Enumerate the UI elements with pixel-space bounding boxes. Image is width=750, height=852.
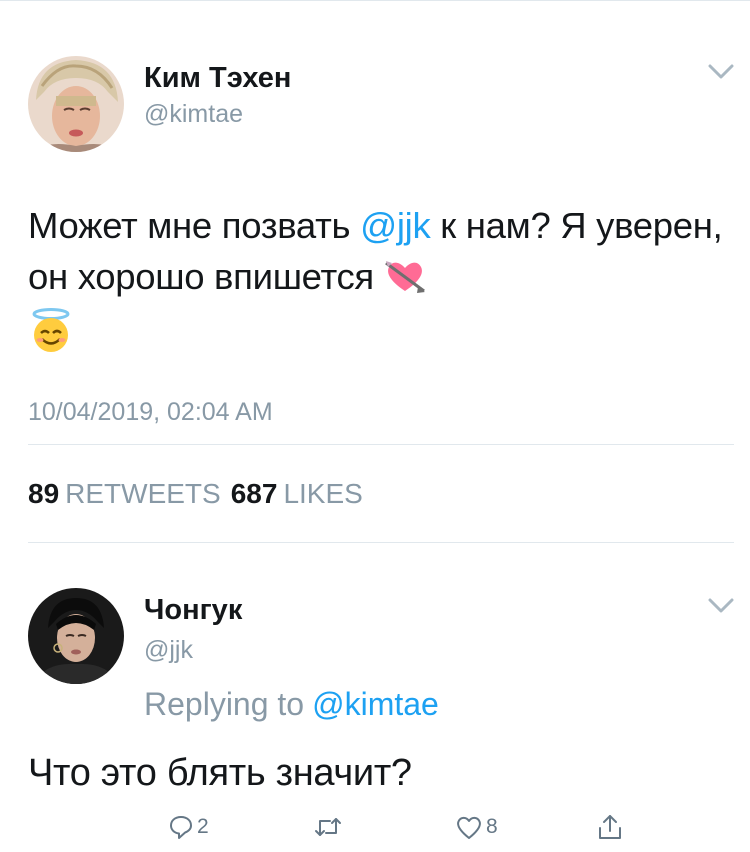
- author-handle[interactable]: @kimtae: [144, 100, 243, 129]
- chevron-down-icon[interactable]: [708, 64, 734, 80]
- mention-link[interactable]: @jjk: [360, 205, 431, 246]
- retweet-action[interactable]: [314, 812, 342, 842]
- tweet-stats: 89 RETWEETS 687 LIKES: [28, 478, 373, 510]
- author-name[interactable]: Ким Тэхен: [144, 62, 291, 95]
- tweet-detail-page: Ким Тэхен @kimtae Может мне позвать @jjk…: [0, 0, 750, 852]
- likes-label[interactable]: LIKES: [283, 478, 362, 509]
- smiling-face-with-halo-icon: [28, 308, 74, 367]
- comment-icon: [170, 816, 192, 839]
- reply-text: Что это блять значит?: [28, 752, 412, 794]
- replying-to-label: Replying to: [144, 686, 305, 722]
- chevron-down-icon[interactable]: [708, 598, 734, 614]
- likes-count[interactable]: 687: [231, 478, 278, 509]
- heart-with-arrow-icon: [384, 257, 426, 308]
- reply-author-handle[interactable]: @jjk: [144, 636, 193, 665]
- top-divider: [0, 0, 750, 1]
- divider: [28, 542, 734, 543]
- reply-author-name[interactable]: Чонгук: [144, 594, 242, 627]
- like-action[interactable]: 8: [455, 812, 498, 842]
- retweets-label[interactable]: RETWEETS: [65, 478, 221, 509]
- tweet-timestamp: 10/04/2019, 02:04 AM: [28, 398, 273, 426]
- avatar[interactable]: [28, 588, 124, 684]
- reply-action[interactable]: 2: [168, 812, 209, 842]
- retweets-count[interactable]: 89: [28, 478, 59, 509]
- reply-count: 2: [197, 815, 209, 838]
- replying-to: Replying to @kimtae: [144, 686, 439, 723]
- tweet-text-part: Может мне позвать: [28, 205, 361, 246]
- divider: [28, 444, 734, 445]
- retweet-icon: [315, 818, 341, 836]
- tweet-text: Может мне позвать @jjk к нам? Я уверен, …: [28, 200, 728, 367]
- like-count: 8: [486, 815, 498, 838]
- share-action[interactable]: [597, 812, 623, 842]
- share-icon: [599, 815, 621, 839]
- heart-icon: [457, 816, 481, 839]
- replying-to-handle[interactable]: @kimtae: [312, 686, 439, 722]
- avatar[interactable]: [28, 56, 124, 152]
